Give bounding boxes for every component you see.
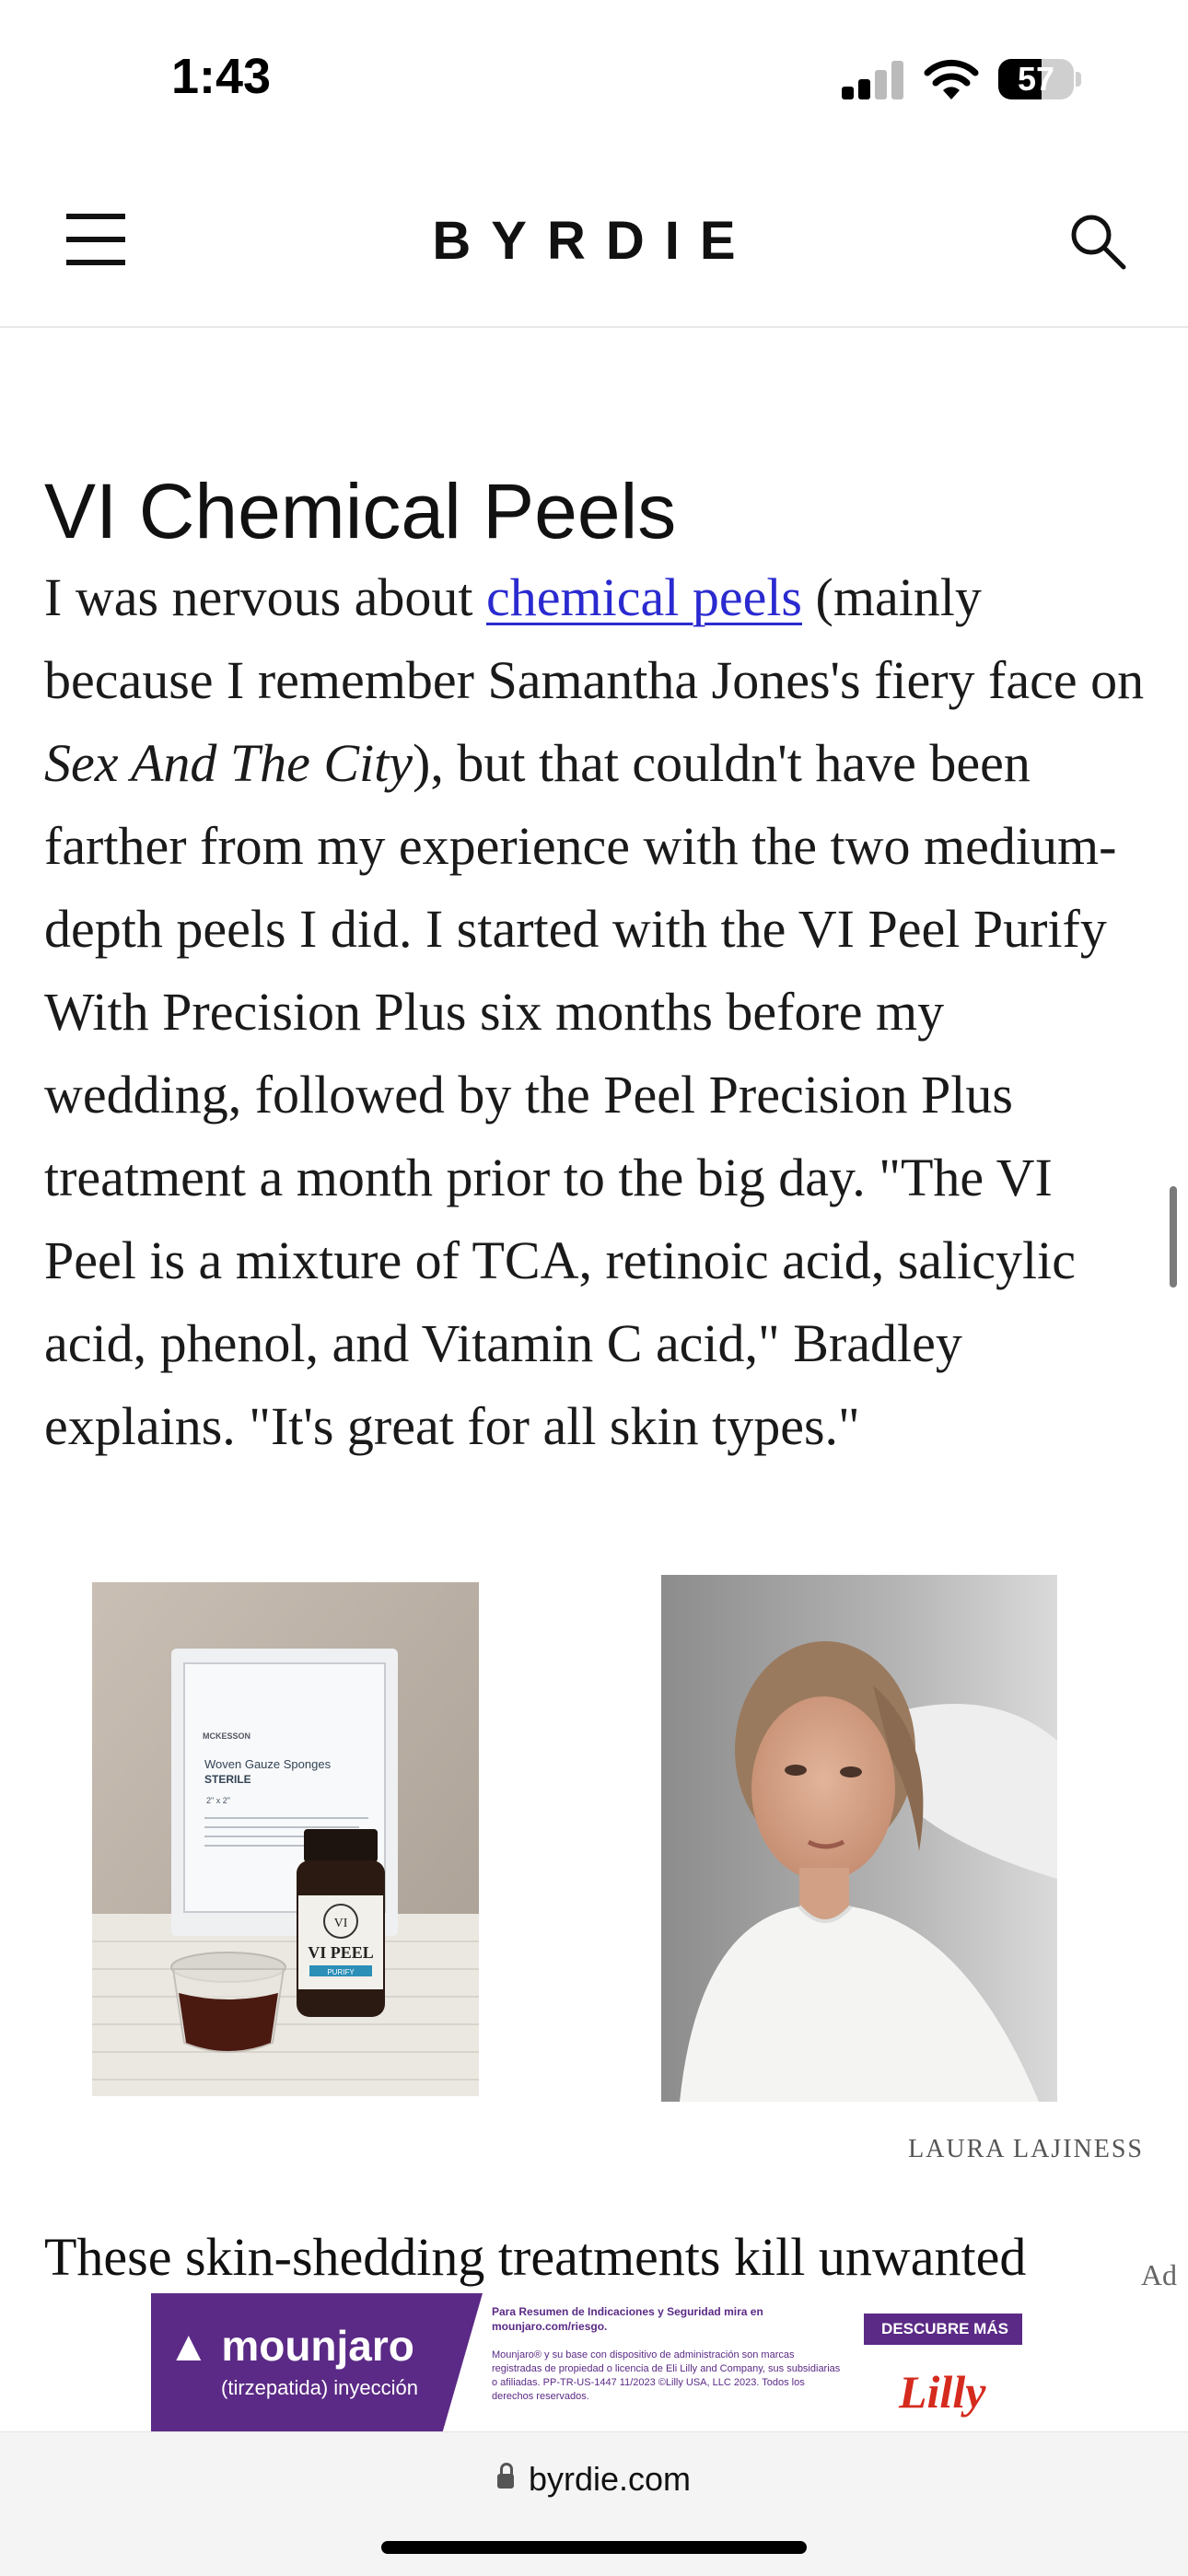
ad-brand-name: mounjaro xyxy=(221,2322,414,2370)
article-paragraph: I was nervous about chemical peels (main… xyxy=(44,556,1149,1468)
portrait-photo[interactable] xyxy=(661,1575,1057,2102)
battery-percent: 57 xyxy=(1017,60,1055,98)
photo-credit: LAURA LAJINESS xyxy=(908,2135,1144,2163)
battery-icon: 57 xyxy=(998,59,1081,99)
ad-brand-panel: ▲ mounjaro (tirzepatida) inyección xyxy=(151,2293,483,2431)
scroll-indicator[interactable] xyxy=(1170,1186,1177,1288)
product-photo[interactable]: MCKESSON Woven Gauze Sponges STERILE 2" … xyxy=(92,1582,479,2096)
italic-title: Sex And The City xyxy=(44,733,413,793)
ad-banner[interactable]: ▲ mounjaro (tirzepatida) inyección Para … xyxy=(151,2293,1022,2431)
ad-brand-sub: (tirzepatida) inyección xyxy=(221,2376,418,2399)
status-time: 1:43 xyxy=(171,49,272,104)
packet-size: 2" x 2" xyxy=(206,1796,230,1805)
url-text: byrdie.com xyxy=(528,2460,692,2498)
paragraph-text: I was nervous about xyxy=(44,567,487,627)
ad-label: Ad xyxy=(1140,2258,1177,2291)
lilly-logo: Lilly xyxy=(899,2366,986,2418)
ad-brand: ▲ mounjaro xyxy=(168,2321,414,2371)
paragraph-text: ), but that couldn't have been farther f… xyxy=(44,733,1117,1456)
packet-sub: STERILE xyxy=(204,1773,251,1786)
site-logo[interactable]: BYRDIE xyxy=(0,212,1188,271)
site-header: BYRDIE xyxy=(0,157,1188,328)
mounjaro-logo-icon: ▲ xyxy=(168,2322,222,2370)
bottle-sub: PURIFY xyxy=(327,1968,355,1976)
wifi-icon xyxy=(923,55,980,101)
bottle-label: VI PEEL xyxy=(308,1943,374,1962)
packet-brand: MCKESSON xyxy=(203,1731,250,1741)
lock-icon xyxy=(496,2463,514,2489)
next-paragraph: These skin-shedding treatments kill unwa… xyxy=(44,2227,1027,2287)
url-display[interactable]: byrdie.com xyxy=(0,2460,1188,2499)
bottle-monogram: VI xyxy=(334,1917,348,1930)
cellular-signal-icon xyxy=(842,61,904,99)
ad-headline: Para Resumen de Indicaciones y Seguridad… xyxy=(492,2305,763,2333)
ad-fine-print: Mounjaro® y su base con dispositivo de a… xyxy=(492,2349,841,2402)
packet-title: Woven Gauze Sponges xyxy=(204,1757,332,1771)
ad-cta-button[interactable]: DESCUBRE MÁS xyxy=(864,2314,1022,2345)
status-bar: 1:43 57 xyxy=(0,0,1188,157)
chemical-peels-link[interactable]: chemical peels xyxy=(486,567,802,627)
browser-url-bar[interactable]: byrdie.com xyxy=(0,2431,1188,2576)
search-icon[interactable] xyxy=(1068,212,1127,271)
home-indicator[interactable] xyxy=(381,2541,807,2554)
section-heading: VI Chemical Peels xyxy=(44,467,677,554)
